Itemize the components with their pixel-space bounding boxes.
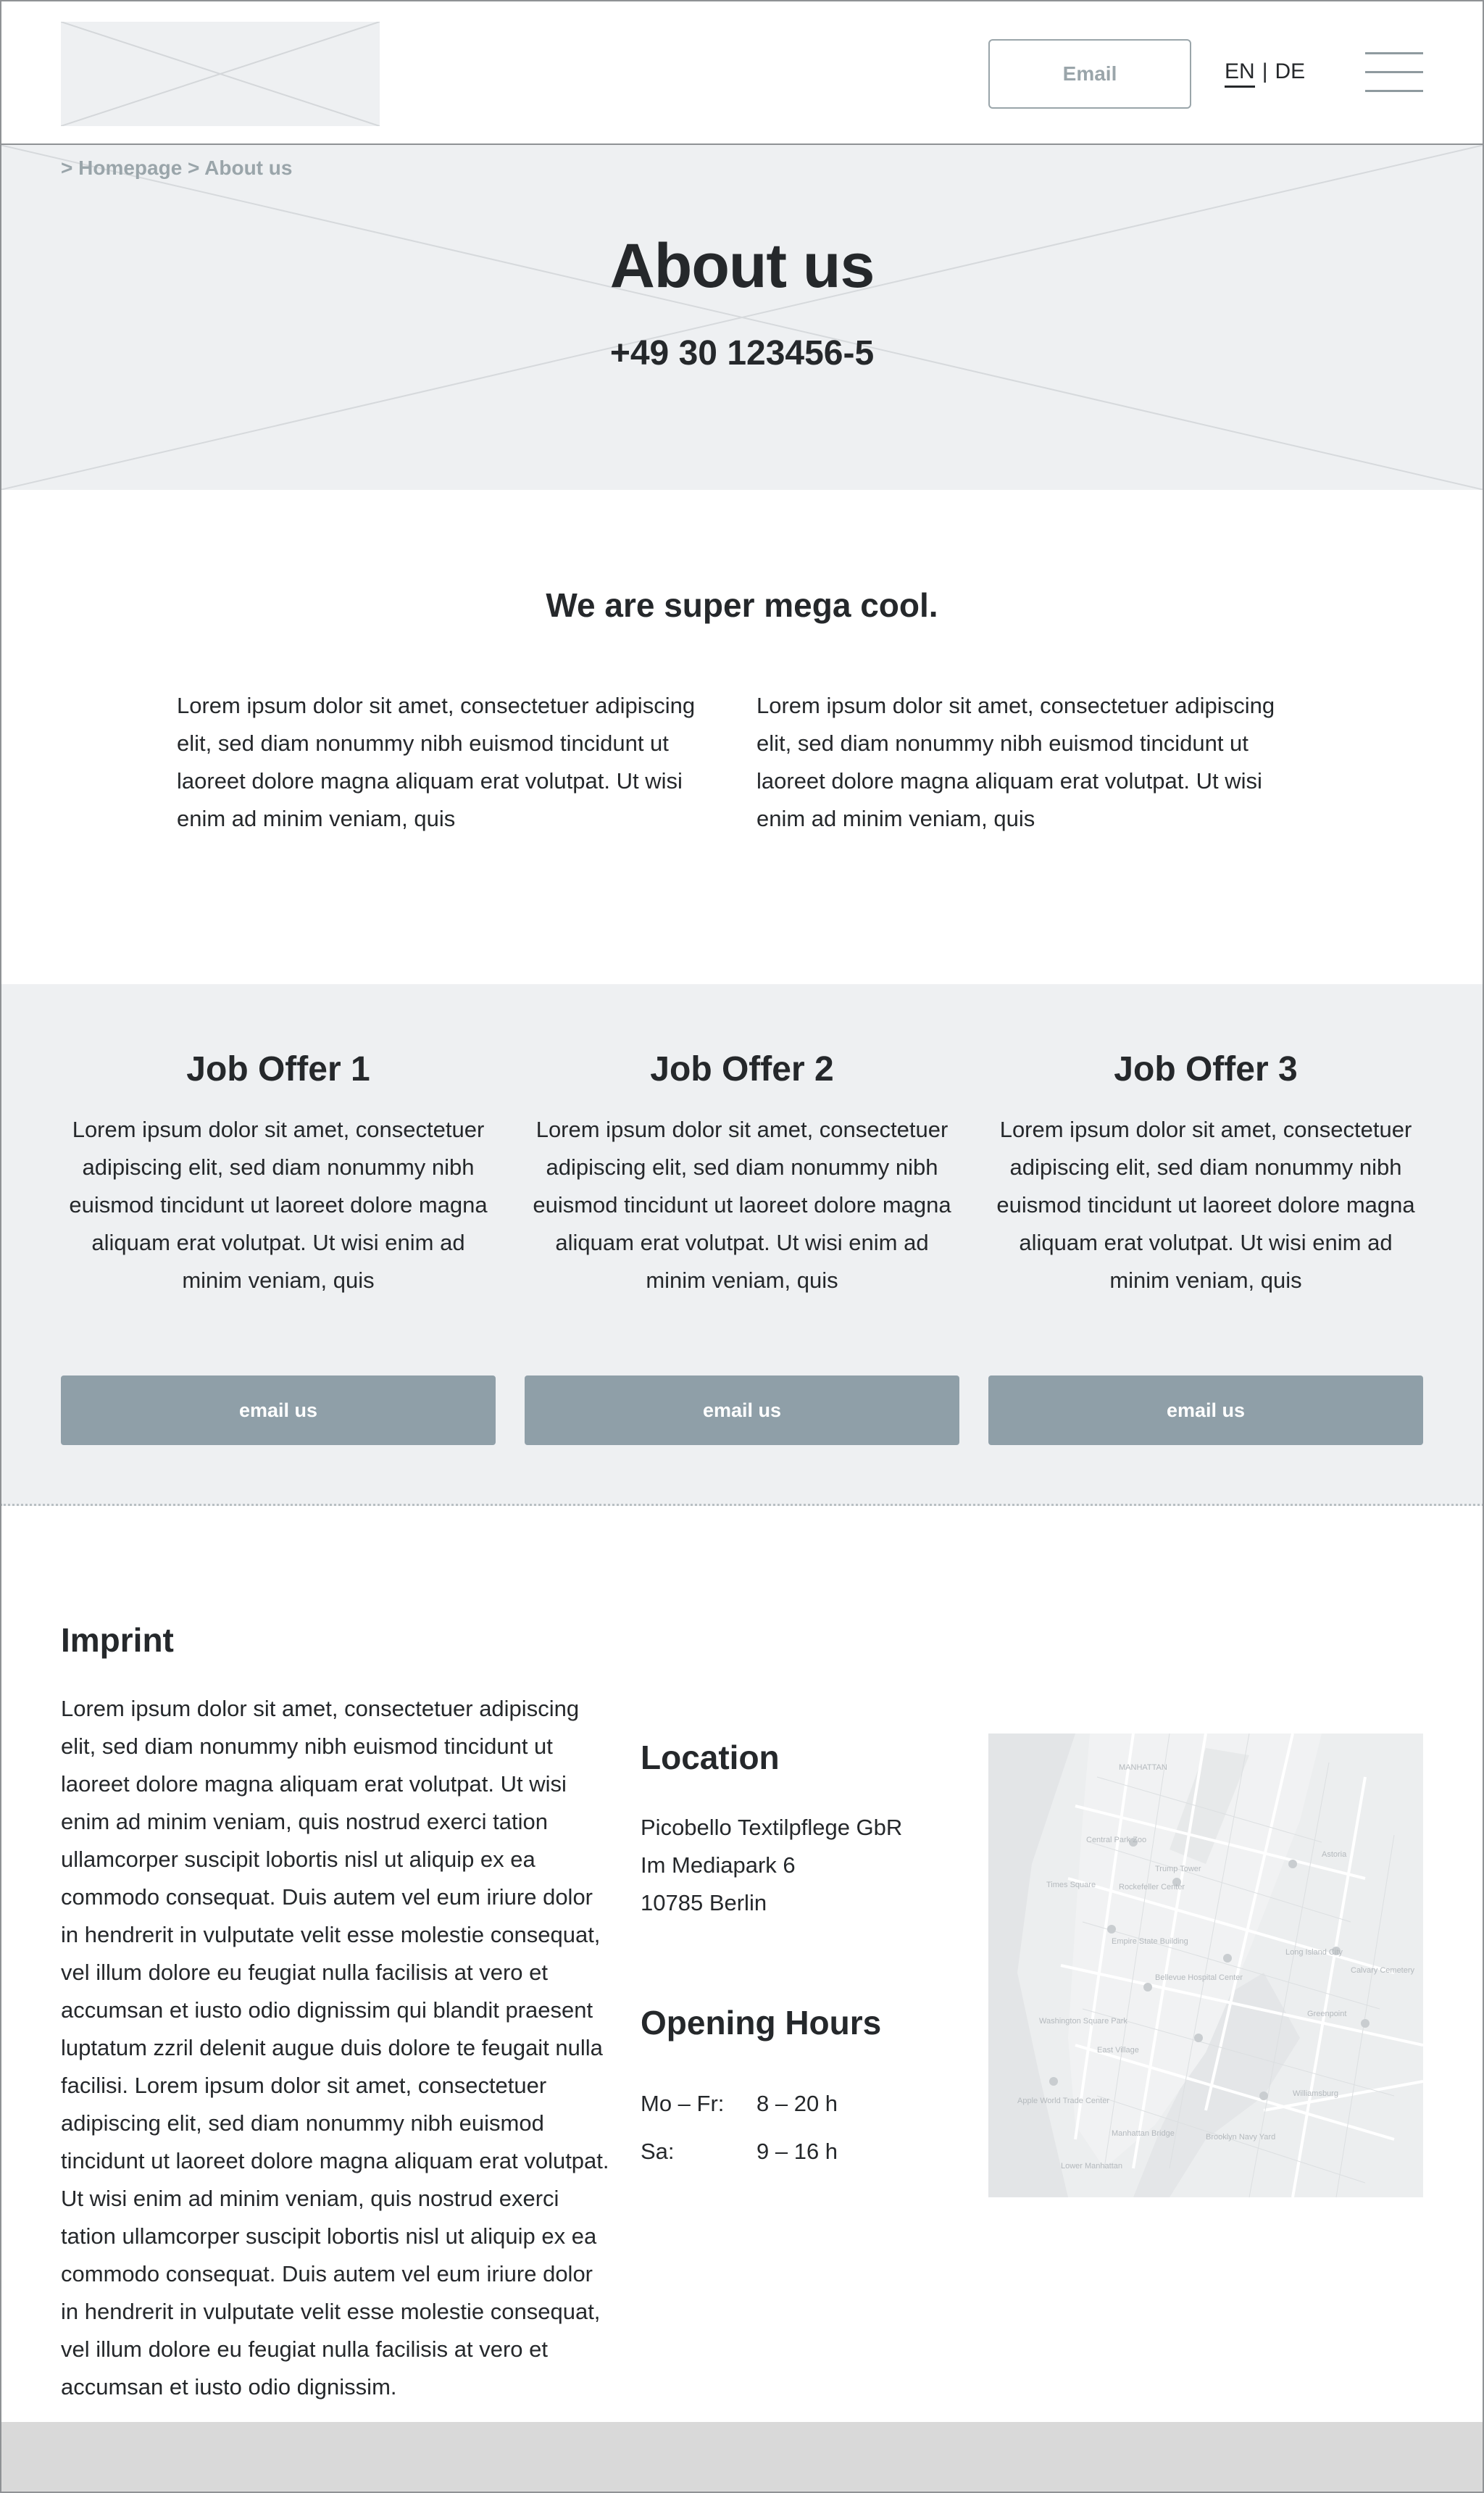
map-label: Rockefeller Center: [1119, 1883, 1185, 1891]
hero-banner: > Homepage > About us About us +49 30 12…: [0, 145, 1484, 490]
map-label: Lower Manhattan: [1061, 2162, 1122, 2171]
intro-heading: We are super mega cool.: [546, 586, 938, 624]
map-label: Trump Tower: [1155, 1865, 1201, 1873]
address-line: Picobello Textilpflege GbR: [641, 1815, 903, 1840]
map-image-icon: MANHATTAN Central Park Zoo Trump Tower T…: [988, 1734, 1423, 2197]
phone-number[interactable]: +49 30 123456-5: [0, 333, 1484, 373]
job-offer-title: Job Offer 2: [650, 1050, 834, 1089]
job-offer-text: Lorem ipsum dolor sit amet, consectetuer…: [69, 1117, 488, 1293]
map-label: Manhattan Bridge: [1112, 2129, 1175, 2138]
address-line: 10785 Berlin: [641, 1890, 767, 1915]
header-email-button[interactable]: Email: [988, 39, 1191, 109]
address-line: Im Mediapark 6: [641, 1852, 796, 1878]
image-placeholder-icon: [61, 22, 380, 126]
map-label: Greenpoint: [1307, 2010, 1346, 2018]
imprint-text: Lorem ipsum dolor sit amet, consectetuer…: [61, 1696, 609, 2400]
job-offer-text: Lorem ipsum dolor sit amet, consectetuer…: [533, 1117, 951, 1293]
hours-time: 9 – 16 h: [756, 2139, 838, 2164]
job-offer-card: Job Offer 2 Lorem ipsum dolor sit amet, …: [525, 1049, 959, 1299]
hours-day: Mo – Fr:: [641, 2091, 725, 2116]
hero-image-placeholder-icon: [0, 145, 1484, 490]
job-2-email-button[interactable]: email us: [525, 1375, 959, 1445]
hamburger-menu-icon[interactable]: [1365, 52, 1423, 94]
hours-time: 8 – 20 h: [756, 2091, 838, 2116]
intro-text-left: Lorem ipsum dolor sit amet, consectetuer…: [177, 693, 696, 831]
lang-separator: |: [1262, 59, 1268, 83]
logo-image-placeholder[interactable]: [61, 22, 380, 126]
lang-en-link[interactable]: EN: [1225, 59, 1255, 88]
hours-row: Mo – Fr: 8 – 20 h: [641, 2080, 838, 2128]
map-label: Apple World Trade Center: [1017, 2097, 1109, 2105]
map-label: East Village: [1097, 2046, 1139, 2055]
site-header: Email EN | DE: [0, 0, 1484, 145]
map-label: Bellevue Hospital Center: [1155, 1973, 1243, 1982]
imprint-heading: Imprint: [61, 1621, 174, 1659]
map-label: Times Square: [1046, 1881, 1096, 1889]
opening-hours-table: Mo – Fr: 8 – 20 h Sa: 9 – 16 h: [641, 2080, 838, 2176]
job-offer-title: Job Offer 1: [186, 1050, 370, 1089]
language-switcher: EN | DE: [1225, 59, 1305, 88]
hours-row: Sa: 9 – 16 h: [641, 2128, 838, 2176]
job-offer-card: Job Offer 3 Lorem ipsum dolor sit amet, …: [988, 1049, 1423, 1299]
map-label: Long Island City: [1285, 1948, 1343, 1957]
job-offer-text: Lorem ipsum dolor sit amet, consectetuer…: [996, 1117, 1415, 1293]
intro-text-right: Lorem ipsum dolor sit amet, consectetuer…: [756, 693, 1275, 831]
map-label: Brooklyn Navy Yard: [1206, 2133, 1275, 2142]
job-3-email-button[interactable]: email us: [988, 1375, 1423, 1445]
location-map[interactable]: MANHATTAN Central Park Zoo Trump Tower T…: [988, 1734, 1423, 2197]
map-label: Astoria: [1322, 1850, 1347, 1859]
map-label: Central Park Zoo: [1086, 1836, 1146, 1844]
map-label: Calvary Cemetery: [1351, 1966, 1415, 1975]
location-address: Picobello Textilpflege GbR Im Mediapark …: [641, 1809, 902, 1922]
map-label: MANHATTAN: [1119, 1763, 1167, 1772]
map-label: Williamsburg: [1293, 2089, 1338, 2098]
map-label: Empire State Building: [1112, 1937, 1188, 1946]
map-label: Washington Square Park: [1039, 2017, 1127, 2026]
job-offers-section: Job Offer 1 Lorem ipsum dolor sit amet, …: [0, 984, 1484, 1506]
job-offer-title: Job Offer 3: [1114, 1050, 1298, 1089]
breadcrumb[interactable]: > Homepage > About us: [61, 157, 292, 180]
job-1-email-button[interactable]: email us: [61, 1375, 496, 1445]
opening-hours-heading: Opening Hours: [641, 2004, 882, 2042]
location-heading: Location: [641, 1739, 780, 1776]
page-title: About us: [609, 231, 875, 301]
lang-de-link[interactable]: DE: [1275, 59, 1305, 88]
hours-day: Sa:: [641, 2139, 675, 2164]
site-footer: [0, 2422, 1484, 2493]
job-offer-card: Job Offer 1 Lorem ipsum dolor sit amet, …: [61, 1049, 496, 1299]
